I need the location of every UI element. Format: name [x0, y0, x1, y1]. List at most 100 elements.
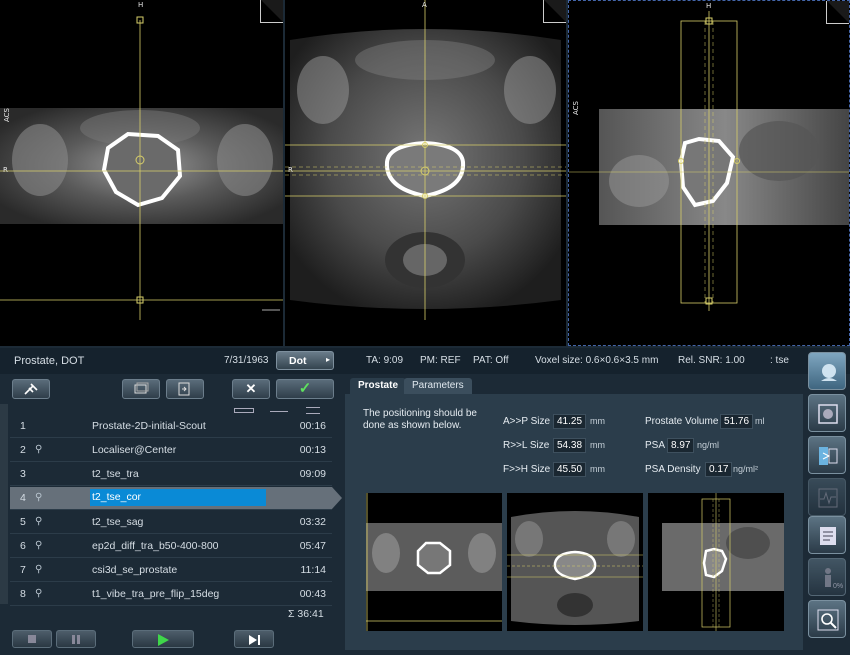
top-marker: H: [138, 1, 144, 9]
tab-prostate[interactable]: Prostate: [350, 378, 407, 394]
volume-label: Prostate Volume: [645, 416, 719, 427]
pat-status: PAT: Off: [473, 355, 509, 366]
stop-button[interactable]: ✕: [232, 379, 270, 399]
thumbnail-sagittal: [648, 493, 784, 631]
chevron-right-icon: ▸: [325, 355, 330, 364]
protocol-row[interactable]: 3 t2_tse_tra 09:09: [10, 463, 332, 486]
person-icon: ⚲: [35, 540, 43, 551]
viewport-corner[interactable]: [543, 0, 566, 23]
image-icon: [818, 404, 838, 424]
layout-button[interactable]: [808, 436, 846, 474]
mode-dropdown[interactable]: Dot ▸: [276, 351, 334, 370]
viewport-center[interactable]: A R: [285, 0, 566, 346]
ta-status: TA: 9:09: [366, 355, 404, 366]
fh-size-unit: mm: [590, 464, 605, 474]
psa-density-value[interactable]: 0.17: [705, 462, 733, 477]
stop-icon: [28, 635, 36, 643]
protocol-time: 03:32: [299, 516, 326, 528]
layout-icon: [819, 447, 838, 465]
protocol-row[interactable]: 5 ⚲ t2_tse_sag 03:32: [10, 511, 332, 534]
person-icon: ⚲: [35, 492, 43, 503]
protocol-number: 4: [20, 492, 26, 504]
protocol-name: csi3d_se_prostate: [92, 564, 178, 576]
selection-arrow: [332, 487, 342, 509]
protocol-name: t2_tse_sag: [92, 516, 144, 528]
rl-size-unit: mm: [590, 440, 605, 450]
protocol-time: 00:43: [299, 588, 326, 600]
stack-icon: [134, 382, 149, 394]
person-icon: ⚲: [35, 444, 43, 455]
apply-button[interactable]: ✓: [276, 379, 334, 399]
psa-label: PSA: [645, 440, 666, 451]
psa-unit: ng/ml: [697, 440, 720, 450]
viewport-corner[interactable]: [260, 0, 283, 23]
waveform-icon: [818, 488, 838, 508]
search-view-button[interactable]: [808, 600, 846, 638]
protocol-time: 09:09: [299, 468, 326, 480]
sequence-status: : tse: [770, 355, 789, 366]
right-mri-image: [569, 11, 849, 311]
fh-size-value[interactable]: 45.50: [553, 462, 587, 477]
protocol-number: 1: [20, 420, 26, 432]
left-marker: R: [3, 166, 8, 174]
copy-button[interactable]: [166, 379, 204, 399]
volume-value[interactable]: 51.76: [720, 414, 754, 429]
left-marker: R: [288, 166, 293, 174]
ap-size-label: A>>P Size: [503, 416, 551, 427]
person-icon: ⚲: [35, 564, 43, 575]
body-position-button[interactable]: 0%: [808, 558, 846, 596]
protocol-name: t1_vibe_tra_pre_flip_15deg: [92, 588, 220, 600]
protocol-row[interactable]: 7 ⚲ csi3d_se_prostate 11:14: [10, 559, 332, 582]
magnifier-icon: [817, 609, 839, 631]
thumbnail-coronal: [366, 493, 502, 631]
protocol-row[interactable]: 2 ⚲ Localiser@Center 00:13: [10, 439, 332, 462]
psa-density-label: PSA Density: [645, 464, 701, 475]
head-view-button[interactable]: [808, 352, 846, 390]
voxel-status: Voxel size: 0.6×0.6×3.5 mm: [535, 355, 659, 366]
mode-label: Dot: [289, 355, 307, 367]
play-button[interactable]: [132, 630, 194, 648]
protocol-row[interactable]: 8 ⚲ t1_vibe_tra_pre_flip_15deg 00:43: [10, 583, 332, 606]
tab-parameters[interactable]: Parameters: [404, 378, 472, 394]
protocol-row[interactable]: 4 ⚲ t2_tse_cor: [10, 487, 332, 510]
skip-button[interactable]: [234, 630, 274, 648]
image-view-button[interactable]: [808, 394, 846, 432]
protocol-name: Localiser@Center: [92, 444, 177, 456]
document-button[interactable]: [808, 516, 846, 554]
protocol-time: 00:16: [299, 420, 326, 432]
protocol-time: 11:14: [300, 564, 327, 576]
center-mri-image: [285, 0, 566, 320]
viewport-corner[interactable]: [826, 1, 849, 24]
snr-status: Rel. SNR: 1.00: [678, 355, 745, 366]
list-scrollbar[interactable]: [0, 404, 8, 604]
total-time: Σ 36:41: [288, 608, 324, 620]
pause-button[interactable]: [56, 630, 96, 648]
status-bar: Prostate, DOT 7/31/1963 Dot ▸ TA: 9:09 P…: [0, 348, 850, 374]
ap-size-value[interactable]: 41.25: [553, 414, 587, 429]
top-marker: A: [422, 1, 427, 9]
protocol-number: 7: [20, 564, 26, 576]
psa-density-unit: ng/ml²: [733, 464, 759, 474]
protocol-row[interactable]: 6 ⚲ ep2d_diff_tra_b50-400-800 05:47: [10, 535, 332, 558]
document-icon: [820, 527, 836, 545]
protocol-time: 00:13: [299, 444, 326, 456]
protocol-row[interactable]: 1 Prostate-2D-initial-Scout 00:16: [10, 415, 332, 438]
queue-button[interactable]: [122, 379, 160, 399]
stop-scan-button[interactable]: [12, 630, 52, 648]
protocol-number: 2: [20, 444, 26, 456]
viewport-right[interactable]: H ACS: [568, 0, 850, 346]
waveform-button[interactable]: [808, 478, 846, 516]
protocol-time: 05:47: [299, 540, 326, 552]
syringe-button[interactable]: [12, 379, 50, 399]
thumbnail-axial-image: [507, 511, 643, 625]
side-label: ACS: [3, 108, 11, 122]
viewport-left[interactable]: H ACS R: [0, 0, 283, 346]
psa-value[interactable]: 8.97: [667, 438, 695, 453]
protocol-name: ep2d_diff_tra_b50-400-800: [92, 540, 219, 552]
top-marker: H: [706, 2, 712, 10]
fh-size-label: F>>H Size: [503, 464, 551, 475]
ap-size-unit: mm: [590, 416, 605, 426]
rl-size-value[interactable]: 54.38: [553, 438, 587, 453]
syringe-icon: [24, 383, 38, 395]
volume-unit: ml: [755, 416, 765, 426]
